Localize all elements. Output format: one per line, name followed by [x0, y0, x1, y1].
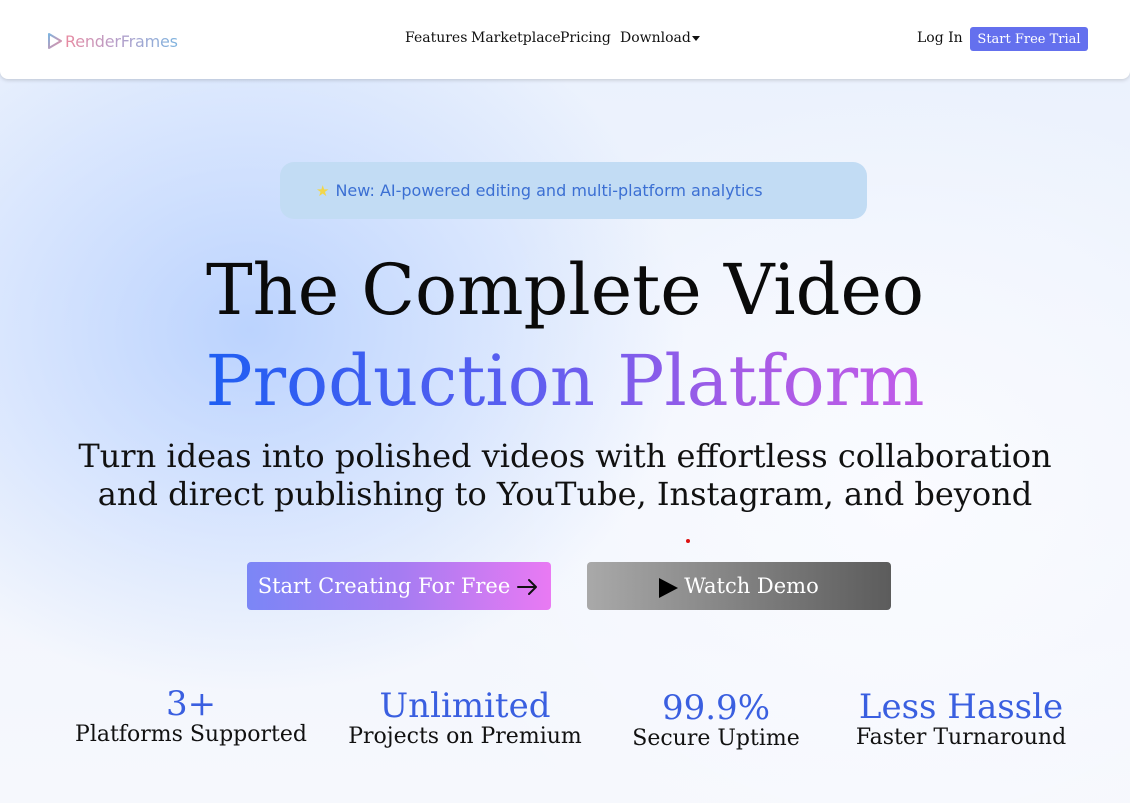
watch-demo-button[interactable]: Watch Demo [587, 562, 891, 610]
announcement-badge[interactable]: ★ New: AI-powered editing and multi-plat… [280, 162, 867, 219]
headline-line-2: Production Platform [0, 341, 1130, 421]
stat-turnaround: Less Hassle Faster Turnaround [831, 689, 1091, 751]
subtitle-line-1: Turn ideas into polished videos with eff… [78, 437, 1052, 475]
brand-name: RenderFrames [65, 31, 178, 51]
stat-label: Projects on Premium [348, 724, 582, 749]
star-icon: ★ [316, 181, 330, 200]
play-icon [659, 578, 679, 598]
nav-download-label: Download [620, 30, 691, 46]
stat-value: 3+ [165, 684, 217, 724]
stat-value: 99.9% [661, 688, 770, 728]
nav-marketplace[interactable]: Marketplace [471, 30, 561, 46]
stat-label: Secure Uptime [632, 726, 800, 751]
stat-projects: Unlimited Projects on Premium [335, 688, 595, 750]
play-logo-icon [48, 33, 62, 49]
badge-text: New: AI-powered editing and multi-platfo… [335, 181, 763, 200]
watch-demo-label: Watch Demo [684, 574, 819, 598]
subtitle-line-2: and direct publishing to YouTube, Instag… [97, 475, 1033, 513]
hero-subtitle: Turn ideas into polished videos with eff… [0, 437, 1130, 513]
nav-download[interactable]: Download [620, 30, 700, 46]
headline-gradient-text: Production Platform [205, 340, 925, 422]
stat-uptime: 99.9% Secure Uptime [586, 690, 846, 752]
arrow-right-icon [517, 579, 538, 595]
navbar: RenderFrames Features Marketplace Pricin… [0, 0, 1130, 79]
start-creating-label: Start Creating For Free [257, 574, 511, 598]
red-dot-marker [686, 539, 690, 543]
caret-down-icon [691, 35, 700, 41]
stat-value: Unlimited [379, 686, 551, 726]
stat-value: Less Hassle [858, 687, 1064, 727]
stat-label: Faster Turnaround [855, 725, 1067, 750]
headline-line-1: The Complete Video [205, 249, 925, 331]
start-creating-button[interactable]: Start Creating For Free [247, 562, 551, 610]
stat-platforms: 3+ Platforms Supported [61, 686, 321, 748]
login-link[interactable]: Log In [917, 30, 963, 46]
start-free-trial-button[interactable]: Start Free Trial [970, 27, 1088, 51]
brand-logo[interactable]: RenderFrames [46, 30, 178, 52]
nav-pricing[interactable]: Pricing [560, 30, 611, 46]
nav-features[interactable]: Features [405, 30, 467, 46]
stat-label: Platforms Supported [75, 722, 307, 747]
